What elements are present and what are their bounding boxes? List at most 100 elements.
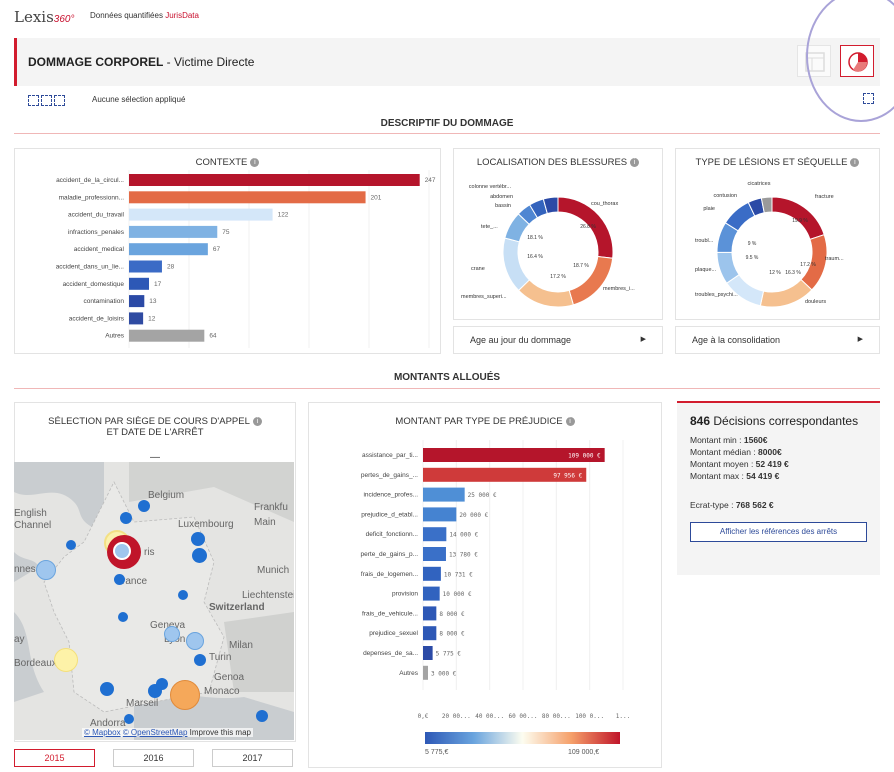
map-label: Genoa (214, 672, 245, 683)
map-label: Frankfu (254, 502, 288, 513)
value-label: 75 (222, 229, 230, 236)
bar (129, 277, 150, 290)
map-label: Marseil (126, 698, 159, 709)
map-label: Munich (257, 565, 290, 576)
map-label: Liechtenstein (242, 590, 294, 601)
map-bubble[interactable] (156, 678, 168, 690)
x-tick: 40 00... (475, 713, 504, 720)
age-dommage-select[interactable]: Age au jour du dommage ▶ (453, 326, 663, 354)
map-label: nnes (14, 564, 36, 575)
category-label: contamination (84, 298, 125, 305)
stat-value: 52 419 € (755, 459, 789, 469)
category-label: accident_de_loisirs (69, 315, 125, 322)
map-bubble[interactable] (54, 648, 78, 672)
slice-percent: 16.4 % (527, 254, 543, 260)
map-label: Channel (14, 520, 52, 531)
france-map[interactable]: Belgium Frankfu English Channel Luxembou… (14, 462, 294, 740)
info-icon[interactable]: i (565, 416, 575, 426)
info-icon[interactable]: i (252, 416, 262, 426)
map-bubble[interactable] (36, 560, 56, 580)
age-consolidation-select[interactable]: Age à la consolidation ▶ (675, 326, 880, 354)
map-bubble[interactable] (100, 682, 114, 696)
year-2017-button[interactable]: 2017 (212, 749, 293, 767)
select-box-icon[interactable] (28, 95, 39, 106)
subtitle-brand: JurisData (165, 11, 199, 20)
category-label: frais_de_logemen... (361, 571, 418, 578)
map-label: Luxembourg (178, 519, 234, 530)
map-bubble[interactable] (124, 714, 134, 724)
decisions-count: 846 (690, 414, 711, 428)
decisions-stats: Montant min : 1560€ Montant médian : 800… (690, 434, 789, 482)
year-2015-button[interactable]: 2015 (14, 749, 95, 767)
select-remove-icon[interactable] (54, 95, 65, 106)
category-label: accident_dans_un_lie... (56, 264, 124, 271)
slice-percent: 26.8 % (580, 224, 596, 230)
map-bubble[interactable] (114, 574, 125, 585)
slice-label: membres_i... (603, 286, 635, 292)
map-bubble[interactable] (66, 540, 76, 550)
section-descriptif: DESCRIPTIF DU DOMMAGE (380, 118, 514, 129)
localisation-title-text: LOCALISATION DES BLESSURES (476, 157, 628, 168)
decisions-count-line: 846 Décisions correspondantes (690, 414, 858, 428)
map-label: rance (122, 576, 148, 587)
montant-title: MONTANT PAR TYPE DE PRÉJUDICE i (308, 416, 662, 427)
x-tick: 0,€ (418, 713, 429, 720)
info-icon[interactable]: i (250, 157, 260, 167)
value-label: 14 000 € (449, 532, 478, 539)
divider (14, 133, 880, 134)
info-icon[interactable]: i (850, 157, 860, 167)
value-label: 12 (148, 315, 156, 322)
category-label: Autres (399, 670, 419, 677)
category-label: frais_de_vehicule... (362, 610, 418, 617)
stat-row: Montant moyen : 52 419 € (690, 458, 789, 470)
category-label: deficit_fonctionn... (366, 531, 419, 538)
lesions-donut: cicatrices contusion plaie troubl... plaque.… (695, 181, 844, 308)
slice-label: membres_superi... (461, 294, 507, 300)
map-bubble[interactable] (256, 710, 268, 722)
slice-label: crane (471, 266, 485, 272)
selection-tools (28, 93, 67, 111)
map-bubble[interactable] (138, 500, 150, 512)
contexte-title: CONTEXTE i (14, 157, 441, 168)
map-bubble[interactable] (113, 542, 131, 560)
slice-label: troubl... (695, 238, 714, 244)
map-bubble[interactable] (178, 590, 188, 600)
value-label: 67 (213, 246, 221, 253)
map-bubble[interactable] (170, 680, 200, 710)
clear-selection-icon[interactable] (863, 93, 874, 104)
subtitle-prefix: Données quantifiées (90, 11, 163, 20)
slice-label: plaie (703, 206, 715, 212)
improve-map-link[interactable]: Improve this map (190, 728, 251, 737)
value-label: 201 (371, 194, 382, 201)
map-bubble[interactable] (120, 512, 132, 524)
siege-title-line2: ET DATE DE L'ARRÊT (106, 427, 204, 438)
year-2016-button[interactable]: 2016 (113, 749, 194, 767)
age-consolidation-label: Age à la consolidation (692, 335, 781, 345)
bar (423, 566, 441, 581)
page-title-main: DOMMAGE CORPOREL (28, 55, 164, 69)
select-add-icon[interactable] (41, 95, 52, 106)
x-tick: 1... (616, 713, 630, 720)
show-references-button[interactable]: Afficher les références des arrêts (690, 522, 867, 542)
value-label: 10 000 € (443, 591, 472, 598)
slice-percent: 12 % (769, 270, 781, 276)
map-bubble[interactable] (194, 654, 206, 666)
info-icon[interactable]: i (630, 157, 640, 167)
slice-label: tete_... (481, 224, 498, 230)
mapbox-link[interactable]: © Mapbox (84, 728, 121, 737)
lexis-logo[interactable]: Lexis360° (14, 8, 74, 26)
slice-label: abdomen (490, 194, 513, 200)
slice-label: troubles_psychi... (695, 292, 738, 298)
category-label: accident_medical (74, 246, 125, 253)
bar (423, 586, 440, 601)
bar (129, 260, 162, 273)
map-bubble[interactable] (118, 612, 128, 622)
category-label: incidence_profes... (363, 492, 418, 499)
map-bubble[interactable] (192, 548, 207, 563)
map-bubble[interactable] (186, 632, 204, 650)
ecart-type: Ecrat-type : 768 562 € (690, 500, 774, 510)
map-bubble[interactable] (191, 532, 205, 546)
category-label: accident_de_la_circul... (56, 177, 124, 184)
map-bubble[interactable] (164, 626, 180, 642)
osm-link[interactable]: © OpenStreetMap (123, 728, 188, 737)
